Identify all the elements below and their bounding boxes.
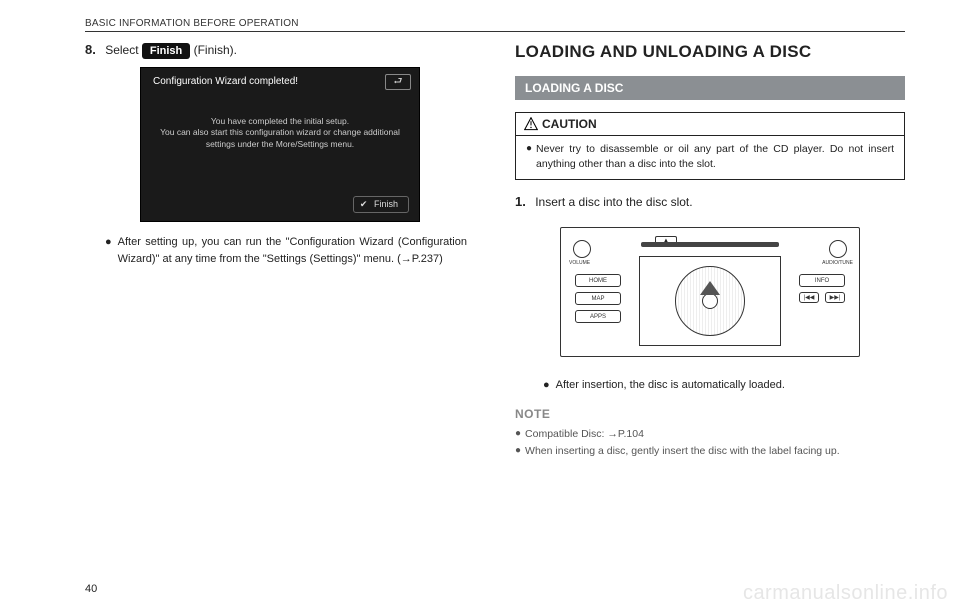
insert-arrow-icon xyxy=(700,281,720,295)
info-button: INFO xyxy=(799,274,845,287)
map-button: MAP xyxy=(575,292,621,305)
screenshot-line1: You have completed the initial setup. xyxy=(141,116,419,127)
caution-label: CAUTION xyxy=(542,117,597,131)
loading-disc-subhead: LOADING A DISC xyxy=(515,76,905,100)
head-unit-illustration: ▲ VOLUME AUDIO/TUNE HOME MAP APPS INFO |… xyxy=(560,227,860,357)
screenshot-line2: You can also start this configuration wi… xyxy=(141,127,419,138)
loading-unloading-heading: LOADING AND UNLOADING A DISC xyxy=(515,42,905,62)
disc-icon xyxy=(675,266,745,336)
screenshot-body: You have completed the initial setup. Yo… xyxy=(141,116,419,150)
home-button: HOME xyxy=(575,274,621,287)
warning-icon xyxy=(524,117,538,131)
header-rule xyxy=(85,31,905,32)
manual-page: BASIC INFORMATION BEFORE OPERATION 8. Se… xyxy=(0,0,960,611)
volume-label: VOLUME xyxy=(569,260,590,266)
right-column: LOADING AND UNLOADING A DISC LOADING A D… xyxy=(515,42,905,461)
disc-slot xyxy=(641,242,779,247)
after-insertion-bullet: ● After insertion, the disc is automatic… xyxy=(515,379,905,391)
volume-knob xyxy=(573,240,591,258)
step-number: 8. xyxy=(85,42,96,57)
screenshot-title: Configuration Wizard completed! xyxy=(153,76,407,87)
note-line-1: ● Compatible Disc: →P.104 xyxy=(515,427,905,442)
caution-text: Never try to disassemble or oil any part… xyxy=(536,142,894,171)
wizard-screenshot: Configuration Wizard completed! ⮐ You ha… xyxy=(140,67,420,222)
caution-header: CAUTION xyxy=(516,113,904,136)
tune-label: AUDIO/TUNE xyxy=(822,260,853,266)
after-setting-bullet: ● After setting up, you can run the "Con… xyxy=(85,234,475,267)
after-insertion-text: After insertion, the disc is automatical… xyxy=(556,379,785,391)
step1-number: 1. xyxy=(515,194,526,209)
caution-bullet-dot: ● xyxy=(526,142,532,171)
check-icon: ✔ xyxy=(360,199,368,209)
tune-knob xyxy=(829,240,847,258)
watermark: carmanualsonline.info xyxy=(743,582,948,605)
caution-box: CAUTION ● Never try to disassemble or oi… xyxy=(515,112,905,180)
screenshot-finish-button: ✔ Finish xyxy=(353,196,409,213)
apps-button: APPS xyxy=(575,310,621,323)
back-icon: ⮐ xyxy=(385,74,411,90)
step-text-prefix: Select xyxy=(105,43,142,57)
finish-chip: Finish xyxy=(142,43,190,59)
page-number: 40 xyxy=(85,583,97,595)
note-line-2: ● When inserting a disc, gently insert t… xyxy=(515,444,905,459)
bullet-dot: ● xyxy=(105,234,112,267)
bullet-text: After setting up, you can run the "Confi… xyxy=(118,234,467,267)
prev-track-button: |◀◀ xyxy=(799,292,819,303)
caution-body: ● Never try to disassemble or oil any pa… xyxy=(516,136,904,179)
note-bullet-dot: ● xyxy=(515,427,521,442)
bullet-dot: ● xyxy=(543,379,550,391)
step-1: 1. Insert a disc into the disc slot. xyxy=(515,194,905,209)
step-text-suffix: (Finish). xyxy=(194,43,237,57)
screenshot-finish-label: Finish xyxy=(374,199,398,209)
note2-text: When inserting a disc, gently insert the… xyxy=(525,444,840,459)
step-8: 8. Select Finish (Finish). xyxy=(85,42,475,59)
left-column: 8. Select Finish (Finish). Configuration… xyxy=(85,42,475,461)
note-heading: NOTE xyxy=(515,407,905,421)
section-header: BASIC INFORMATION BEFORE OPERATION xyxy=(85,18,905,29)
next-track-button: ▶▶| xyxy=(825,292,845,303)
screenshot-line3: settings under the More/Settings menu. xyxy=(141,139,419,150)
note-bullet-dot: ● xyxy=(515,444,521,459)
device-screen xyxy=(639,256,781,346)
two-column-layout: 8. Select Finish (Finish). Configuration… xyxy=(85,42,905,461)
step1-text: Insert a disc into the disc slot. xyxy=(535,195,692,209)
note1-text: Compatible Disc: →P.104 xyxy=(525,427,644,442)
